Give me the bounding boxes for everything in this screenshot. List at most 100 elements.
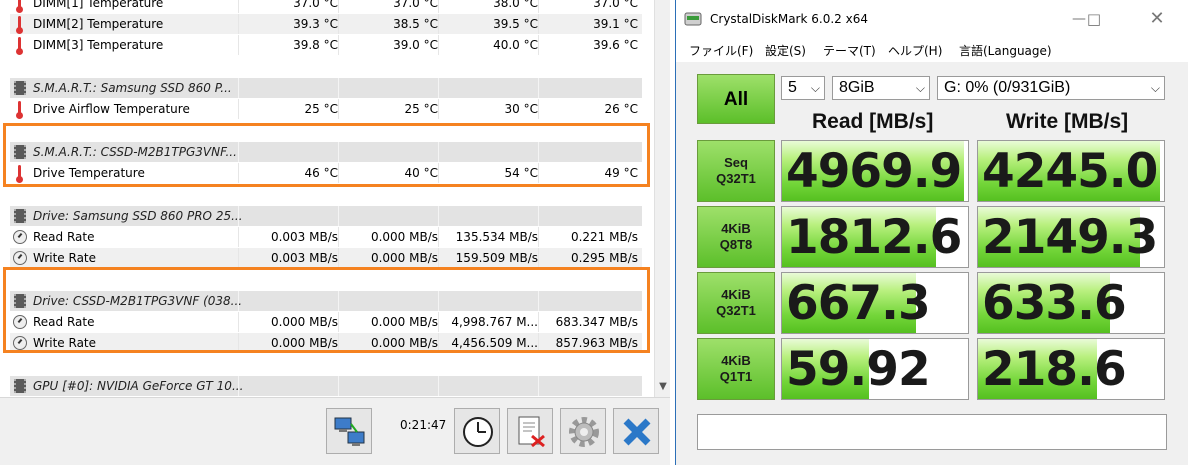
chevron-down-icon: ⌵	[1150, 81, 1160, 95]
sensor-label: DIMM[2] Temperature	[33, 17, 164, 31]
clock-button[interactable]	[454, 408, 500, 454]
highlight-box-smart-cssd	[3, 123, 650, 187]
highlight-box-drive-cssd	[3, 267, 650, 353]
app-logo-icon	[684, 12, 702, 26]
sensor-value-maximum: 38.0 °C	[493, 0, 538, 10]
sensor-label: DIMM[3] Temperature	[33, 38, 164, 52]
runs-value: 5	[788, 79, 797, 96]
sensor-value-average: 37.0 °C	[593, 0, 638, 10]
sensor-value-maximum: 135.534 MB/s	[455, 230, 538, 244]
sensor-row[interactable]: Drive Airflow Temperature 25 °C 25 °C 30 °C…	[10, 99, 642, 119]
all-button[interactable]: All	[697, 74, 775, 124]
gauge-icon	[13, 230, 27, 244]
read-result-box: 667.3	[781, 272, 969, 334]
clock-icon	[463, 417, 493, 447]
menu-theme[interactable]: テーマ(T)	[823, 42, 876, 59]
sensor-value-average: 0.295 MB/s	[570, 251, 638, 265]
sensor-group-header[interactable]: S.M.A.R.T.: Samsung SSD 860 P...	[10, 78, 642, 98]
close-x-icon	[623, 418, 651, 446]
sensor-value-minimum: 0.000 MB/s	[370, 230, 438, 244]
crystaldiskmark-window: CrystalDiskMark 6.0.2 x64 — □ ✕ ファイル(F) …	[675, 0, 1188, 465]
thermometer-icon	[16, 0, 23, 13]
sensor-row[interactable]: Read Rate 0.003 MB/s 0.000 MB/s 135.534 MB/…	[10, 227, 642, 247]
gauge-icon	[13, 251, 27, 265]
size-value: 8GiB	[839, 79, 875, 96]
thermometer-icon	[16, 101, 23, 119]
sensor-group-label: GPU [#0]: NVIDIA GeForce GT 10...	[33, 379, 244, 393]
sensor-value-minimum: 37.0 °C	[393, 0, 438, 10]
sensor-row[interactable]: DIMM[2] Temperature 39.3 °C 38.5 °C 39.5 °C…	[10, 14, 642, 34]
menu-settings[interactable]: 設定(S)	[765, 42, 806, 59]
drive-select[interactable]: G: 0% (0/931GiB) ⌵	[937, 76, 1165, 100]
menu-bar: ファイル(F) 設定(S) テーマ(T) ヘルプ(H) 言語(Language)	[676, 39, 1188, 61]
write-result-value: 218.6	[982, 342, 1127, 397]
runs-select[interactable]: 5 ⌵	[781, 76, 825, 100]
test-name-line1: Seq	[724, 155, 748, 170]
read-result-box: 1812.6	[781, 206, 969, 268]
test-button[interactable]: Seq Q32T1	[697, 140, 775, 202]
test-button[interactable]: 4KiB Q8T8	[697, 206, 775, 268]
window-close-button[interactable]: ✕	[1147, 9, 1167, 29]
sensor-list-scrollbar[interactable]: ▼	[654, 0, 670, 397]
hwinfo-window: DIMM[1] Temperature 37.0 °C 37.0 °C 38.0 °C…	[0, 0, 670, 465]
test-name-line1: 4KiB	[721, 353, 751, 368]
title-bar[interactable]: CrystalDiskMark 6.0.2 x64 — □ ✕	[676, 0, 1188, 39]
sensor-value-average: 26 °C	[604, 102, 638, 116]
test-name-line2: Q32T1	[716, 303, 756, 318]
network-button[interactable]	[326, 408, 372, 454]
read-result-value: 4969.9	[786, 144, 962, 199]
size-select[interactable]: 8GiB ⌵	[832, 76, 930, 100]
comment-field[interactable]	[697, 414, 1167, 450]
sensor-value-minimum: 38.5 °C	[393, 17, 438, 31]
sensor-value-average: 39.1 °C	[593, 17, 638, 31]
menu-language[interactable]: 言語(Language)	[959, 42, 1052, 59]
test-button[interactable]: 4KiB Q32T1	[697, 272, 775, 334]
sensor-value-current: 25 °C	[304, 102, 338, 116]
sensor-group-label: S.M.A.R.T.: Samsung SSD 860 P...	[33, 81, 232, 95]
sensor-label: Drive Airflow Temperature	[33, 102, 190, 116]
sensor-value-current: 39.3 °C	[293, 17, 338, 31]
sensor-group-label: Drive: Samsung SSD 860 PRO 25...	[33, 209, 243, 223]
sensor-row[interactable]: DIMM[3] Temperature 39.8 °C 39.0 °C 40.0 °C…	[10, 35, 642, 55]
write-result-box: 633.6	[977, 272, 1165, 334]
chip-icon	[14, 81, 26, 95]
write-column-header: Write [MB/s]	[1006, 110, 1129, 133]
sensor-group-header[interactable]: GPU [#0]: NVIDIA GeForce GT 10...	[10, 376, 642, 396]
sensor-value-maximum: 39.5 °C	[493, 17, 538, 31]
sensor-row[interactable]: DIMM[1] Temperature 37.0 °C 37.0 °C 38.0 °C…	[10, 0, 642, 13]
sensor-label: Read Rate	[33, 230, 95, 244]
read-column-header: Read [MB/s]	[812, 110, 934, 133]
close-button[interactable]	[613, 408, 659, 454]
menu-help[interactable]: ヘルプ(H)	[888, 42, 942, 59]
drive-value: G: 0% (0/931GiB)	[944, 79, 1071, 96]
read-result-value: 1812.6	[786, 210, 962, 265]
sensor-value-current: 37.0 °C	[293, 0, 338, 10]
sensor-value-average: 39.6 °C	[593, 38, 638, 52]
write-result-box: 2149.3	[977, 206, 1165, 268]
read-result-box: 59.92	[781, 338, 969, 400]
benchmark-panel: All 5 ⌵ 8GiB ⌵ G: 0% (0/931GiB) ⌵ Read […	[676, 62, 1188, 465]
sensor-group-header[interactable]: Drive: Samsung SSD 860 PRO 25...	[10, 206, 642, 226]
test-name-line2: Q32T1	[716, 171, 756, 186]
hwinfo-toolbar: 0:21:47	[0, 397, 670, 465]
sensor-value-maximum: 40.0 °C	[493, 38, 538, 52]
document-delete-icon	[518, 416, 545, 448]
sensor-value-maximum: 30 °C	[504, 102, 538, 116]
thermometer-icon	[16, 37, 23, 55]
settings-button[interactable]	[560, 408, 606, 454]
test-name-line1: 4KiB	[721, 287, 751, 302]
scroll-down-arrow-icon[interactable]: ▼	[655, 379, 671, 395]
chip-icon	[14, 379, 26, 393]
test-name-line2: Q1T1	[719, 369, 753, 384]
sensor-value-minimum: 25 °C	[404, 102, 438, 116]
sensor-value-maximum: 159.509 MB/s	[455, 251, 538, 265]
menu-file[interactable]: ファイル(F)	[689, 42, 753, 59]
sensor-row[interactable]: Write Rate 0.003 MB/s 0.000 MB/s 159.509 MB…	[10, 248, 642, 268]
write-result-value: 633.6	[982, 276, 1127, 331]
test-button[interactable]: 4KiB Q1T1	[697, 338, 775, 400]
maximize-button[interactable]: □	[1084, 9, 1104, 29]
write-result-box: 218.6	[977, 338, 1165, 400]
gear-icon	[569, 417, 599, 447]
thermometer-icon	[16, 16, 23, 34]
reset-log-button[interactable]	[507, 408, 553, 454]
